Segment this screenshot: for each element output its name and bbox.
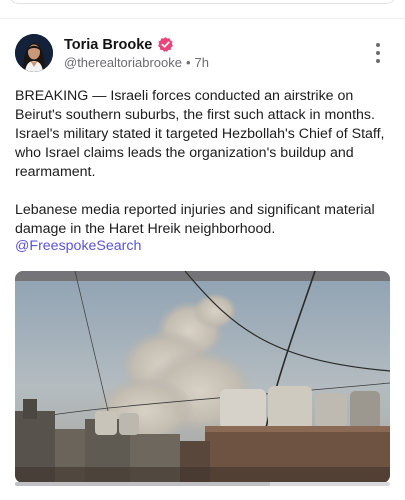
video-thumbnail-icon <box>15 271 390 483</box>
more-dot <box>376 59 380 63</box>
video-progress-fill <box>15 482 270 486</box>
post-timestamp[interactable]: 7h <box>195 55 209 70</box>
post-card: Toria Brooke @therealtoriabrooke • 7h BR… <box>0 19 405 500</box>
meta-separator: • <box>185 55 191 70</box>
avatar-photo-icon <box>15 34 53 72</box>
author-row: Toria Brooke <box>64 36 174 53</box>
mention-link[interactable]: @FreespokeSearch <box>15 237 141 256</box>
meta-row: @therealtoriabrooke • 7h <box>64 55 209 70</box>
verified-badge-icon <box>157 36 174 53</box>
post-media[interactable] <box>15 271 390 483</box>
post-body: BREAKING — Israeli forces conducted an a… <box>15 88 385 237</box>
more-options-button[interactable] <box>373 43 383 63</box>
author-avatar[interactable] <box>15 34 53 72</box>
previous-card-edge <box>8 0 397 4</box>
more-dot <box>376 51 380 55</box>
author-name[interactable]: Toria Brooke <box>64 37 152 53</box>
video-progress-bar[interactable] <box>15 482 390 486</box>
author-handle[interactable]: @therealtoriabrooke <box>64 55 182 70</box>
feed-page: Toria Brooke @therealtoriabrooke • 7h BR… <box>0 0 405 500</box>
more-vertical-icon <box>376 43 380 47</box>
